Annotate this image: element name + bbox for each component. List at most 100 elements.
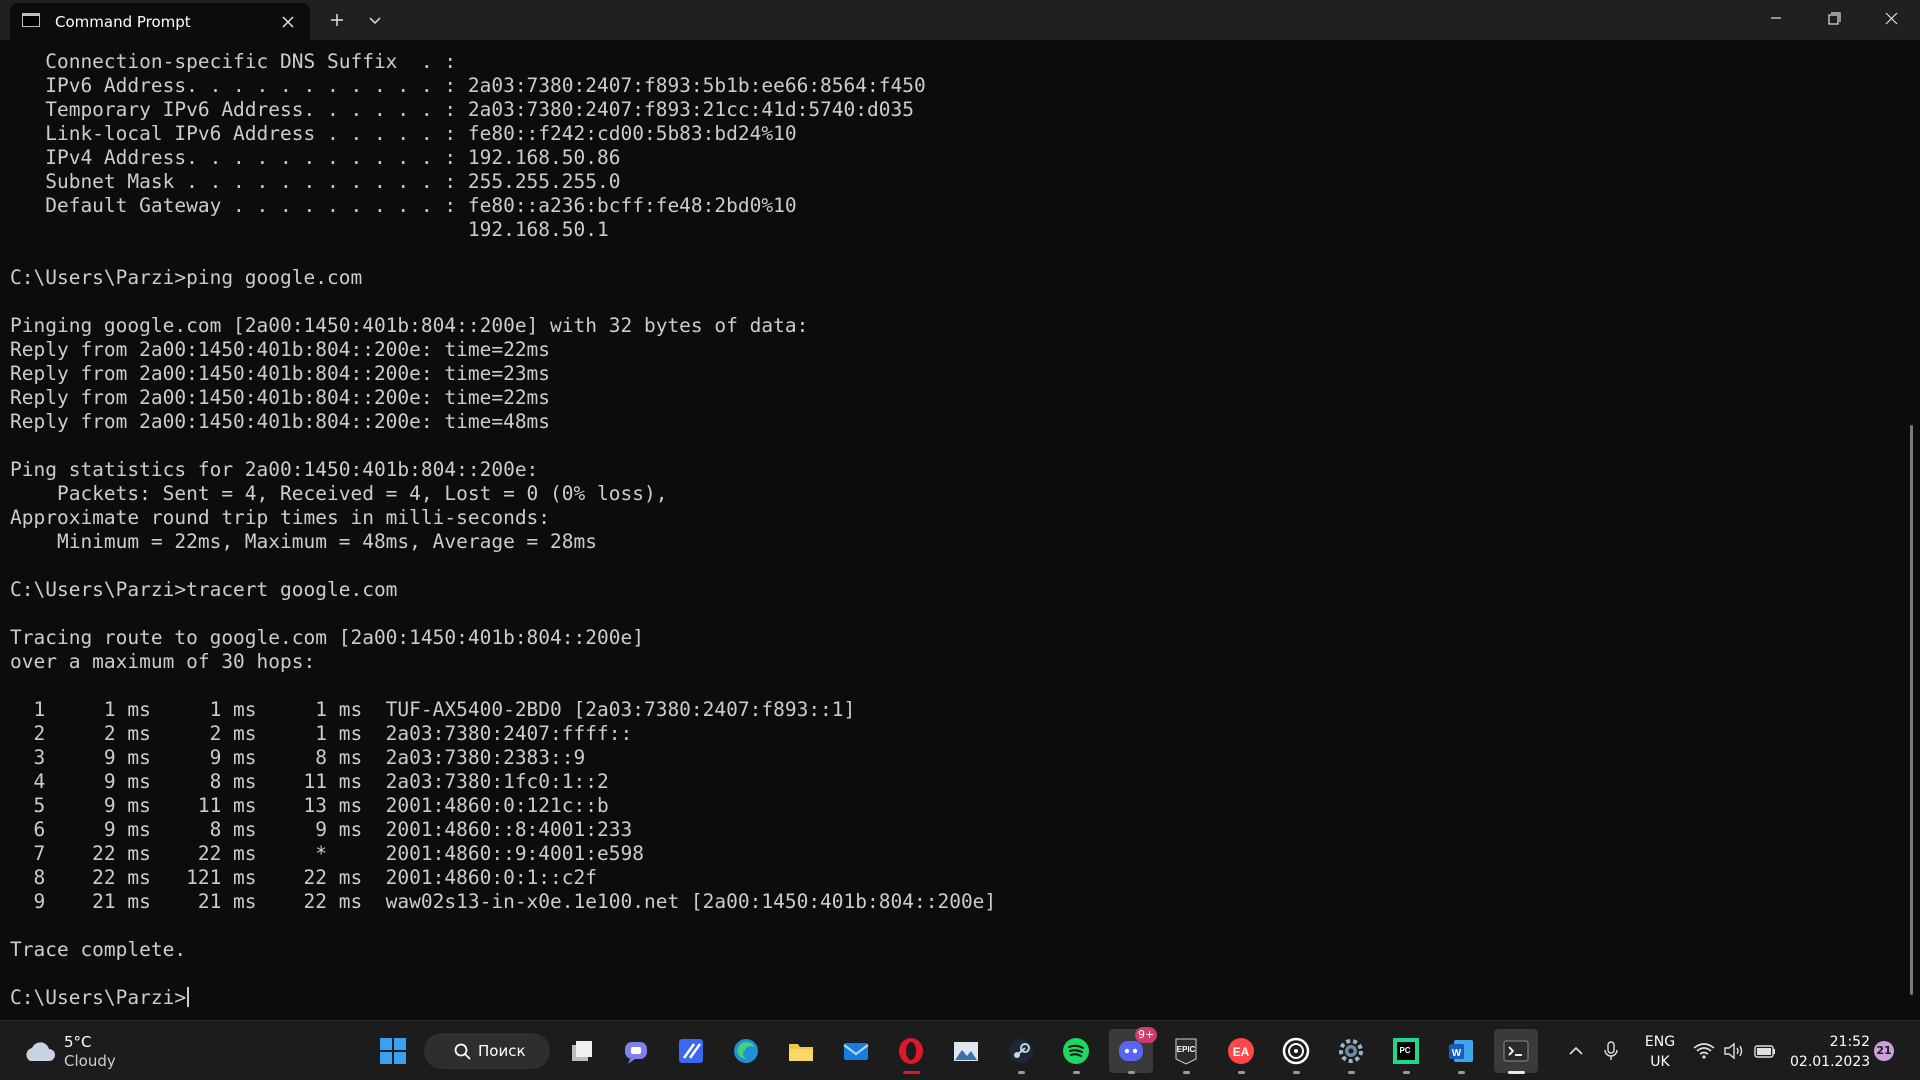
console-line: Reply from 2a00:1450:401b:804::200e: tim… xyxy=(10,410,551,433)
word-icon: W xyxy=(1449,1040,1473,1062)
terminal-button[interactable] xyxy=(1494,1029,1538,1074)
discord-button[interactable]: 9+ xyxy=(1109,1027,1158,1074)
weather-widget[interactable]: 5°C Cloudy xyxy=(20,1033,130,1071)
notification-count-badge[interactable]: 21 xyxy=(1874,1041,1894,1061)
clock[interactable]: 21:52 02.01.2023 xyxy=(1790,1032,1870,1072)
new-tab-button[interactable] xyxy=(322,6,352,34)
windows-logo-icon xyxy=(380,1038,406,1064)
microphone-icon[interactable] xyxy=(1600,1040,1622,1062)
chevron-up-icon[interactable] xyxy=(1565,1040,1587,1062)
edge-button[interactable] xyxy=(724,1029,768,1073)
clock-date: 02.01.2023 xyxy=(1790,1054,1871,1070)
console-line: C:\Users\Parzi>ping google.com xyxy=(10,266,363,289)
ubisoft-icon xyxy=(1282,1037,1310,1065)
console-output[interactable]: Connection-specific DNS Suffix . : IPv6 … xyxy=(10,50,1890,1010)
opera-icon xyxy=(899,1038,923,1064)
photos-button[interactable] xyxy=(944,1029,988,1073)
console-line: Tracing route to google.com [2a00:1450:4… xyxy=(10,626,644,649)
console-line: Reply from 2a00:1450:401b:804::200e: tim… xyxy=(10,386,551,409)
console-line: 7 22 ms 22 ms * 2001:4860::9:4001:e598 xyxy=(10,842,644,865)
command-prompt: C:\Users\Parzi> xyxy=(10,986,187,1009)
plus-icon xyxy=(331,14,343,26)
console-line: Pinging google.com [2a00:1450:401b:804::… xyxy=(10,314,809,337)
photos-icon xyxy=(954,1042,978,1061)
console-line: Default Gateway . . . . . . . . . : fe80… xyxy=(10,194,797,217)
ea-button[interactable]: EA xyxy=(1219,1029,1263,1074)
epic-games-button[interactable]: EPIC xyxy=(1164,1029,1208,1074)
console-line: Reply from 2a00:1450:401b:804::200e: tim… xyxy=(10,338,551,361)
tab-dropdown-button[interactable] xyxy=(360,6,390,34)
opera-button[interactable] xyxy=(889,1029,933,1074)
folder-icon xyxy=(789,1044,813,1061)
running-indicator xyxy=(1018,1071,1025,1074)
chevron-down-icon xyxy=(369,17,381,25)
console-line: 2 2 ms 2 ms 1 ms 2a03:7380:2407:ffff:: xyxy=(10,722,633,745)
console-line: IPv6 Address. . . . . . . . . . . : 2a03… xyxy=(10,74,926,97)
tab-command-prompt[interactable]: Command Prompt xyxy=(10,3,310,40)
close-window-button[interactable] xyxy=(1862,0,1920,40)
notification-badge: 9+ xyxy=(1135,1027,1158,1043)
svg-text:EA: EA xyxy=(1233,1045,1250,1059)
running-indicator xyxy=(1183,1071,1190,1074)
console-line: Connection-specific DNS Suffix . : xyxy=(10,50,457,73)
file-explorer-button[interactable] xyxy=(779,1029,823,1073)
console-line: Trace complete. xyxy=(10,938,187,961)
keyboard-layout: UK xyxy=(1650,1054,1670,1070)
console-line: Link-local IPv6 Address . . . . . : fe80… xyxy=(10,122,797,145)
start-button[interactable] xyxy=(371,1029,415,1073)
app-blue-button[interactable] xyxy=(669,1029,713,1073)
running-indicator xyxy=(1073,1071,1080,1074)
task-view-icon xyxy=(572,1041,592,1061)
close-icon xyxy=(282,16,294,28)
spotify-button[interactable] xyxy=(1054,1029,1098,1074)
volume-icon[interactable] xyxy=(1722,1040,1746,1062)
console-line: C:\Users\Parzi>tracert google.com xyxy=(10,578,398,601)
console-line: Ping statistics for 2a00:1450:401b:804::… xyxy=(10,458,539,481)
terminal-icon xyxy=(22,13,40,27)
restore-icon xyxy=(1828,12,1841,25)
word-button[interactable]: W xyxy=(1439,1029,1483,1074)
wifi-icon[interactable] xyxy=(1692,1040,1716,1062)
steam-button[interactable] xyxy=(999,1029,1043,1074)
running-indicator xyxy=(1128,1071,1135,1074)
console-line: 1 1 ms 1 ms 1 ms TUF-AX5400-2BD0 [2a03:7… xyxy=(10,698,856,721)
settings-button[interactable] xyxy=(1329,1029,1373,1074)
running-indicator xyxy=(1403,1071,1410,1074)
console-line: IPv4 Address. . . . . . . . . . . : 192.… xyxy=(10,146,621,169)
console-line: 3 9 ms 9 ms 8 ms 2a03:7380:2383::9 xyxy=(10,746,586,769)
console-line: 9 21 ms 21 ms 22 ms waw02s13-in-x0e.1e10… xyxy=(10,890,997,913)
pycharm-button[interactable]: PC xyxy=(1384,1029,1428,1074)
minimize-button[interactable] xyxy=(1747,0,1805,40)
task-view-button[interactable] xyxy=(560,1029,604,1073)
console-line: 192.168.50.1 xyxy=(10,218,609,241)
language-indicator[interactable]: ENG UK xyxy=(1640,1032,1680,1072)
mail-button[interactable] xyxy=(834,1029,878,1073)
pycharm-icon: PC xyxy=(1393,1038,1419,1064)
running-indicator xyxy=(1293,1071,1300,1074)
teams-chat-button[interactable] xyxy=(614,1029,658,1073)
restore-button[interactable] xyxy=(1805,0,1863,40)
svg-text:EPIC: EPIC xyxy=(1177,1045,1196,1054)
taskbar-search[interactable]: Поиск xyxy=(424,1033,550,1069)
ubisoft-button[interactable] xyxy=(1274,1029,1318,1074)
ea-icon: EA xyxy=(1228,1038,1254,1064)
console-line: 6 9 ms 8 ms 9 ms 2001:4860::8:4001:233 xyxy=(10,818,633,841)
console-line: 5 9 ms 11 ms 13 ms 2001:4860:0:121c::b xyxy=(10,794,609,817)
clock-time: 21:52 xyxy=(1829,1034,1870,1050)
terminal-icon xyxy=(1503,1040,1529,1062)
console-text: Connection-specific DNS Suffix . : IPv6 … xyxy=(10,50,996,961)
steam-icon xyxy=(1009,1039,1033,1063)
close-icon xyxy=(1885,12,1898,25)
cloud-icon xyxy=(26,1042,55,1061)
battery-icon[interactable] xyxy=(1752,1040,1778,1062)
console-line: Packets: Sent = 4, Received = 4, Lost = … xyxy=(10,482,668,505)
console-line: over a maximum of 30 hops: xyxy=(10,650,316,673)
close-tab-button[interactable] xyxy=(274,8,302,36)
running-indicator xyxy=(1508,1071,1525,1074)
mail-icon xyxy=(843,1043,869,1060)
console-line: 4 9 ms 8 ms 11 ms 2a03:7380:1fc0:1::2 xyxy=(10,770,609,793)
scrollbar-thumb[interactable] xyxy=(1910,425,1913,995)
taskbar: 5°C Cloudy Поиск 9+ EPIC EA PC W ENG UK … xyxy=(0,1020,1920,1080)
console-line: Subnet Mask . . . . . . . . . . . : 255.… xyxy=(10,170,621,193)
tab-title: Command Prompt xyxy=(55,13,191,31)
